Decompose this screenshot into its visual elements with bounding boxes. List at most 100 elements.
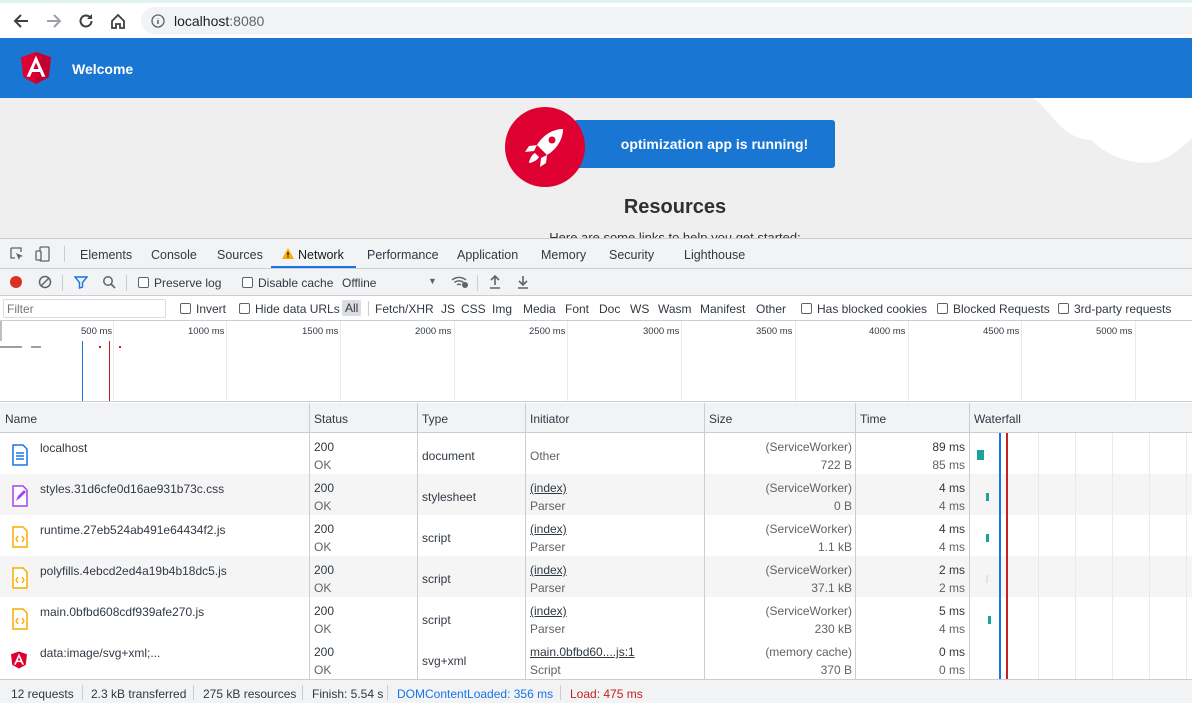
script-icon	[12, 608, 28, 630]
blocked-requests-checkbox[interactable]: Blocked Requests	[937, 302, 1050, 316]
column-divider[interactable]	[855, 403, 856, 679]
network-overview[interactable]: 500 ms 1000 ms 1500 ms 2000 ms 2500 ms 3…	[0, 321, 1192, 402]
home-button[interactable]	[106, 9, 130, 33]
tab-lighthouse[interactable]: Lighthouse	[684, 248, 745, 262]
tab-console[interactable]: Console	[151, 248, 197, 262]
table-row[interactable]: main.0bfbd608cdf939afe270.js 200 OK scri…	[0, 597, 1192, 638]
back-button[interactable]	[9, 9, 33, 33]
separator	[82, 685, 83, 700]
hide-data-urls-checkbox[interactable]: Hide data URLs	[239, 302, 340, 316]
address-bar[interactable]: localhost:8080	[141, 7, 1192, 34]
type-filter-all[interactable]: All	[342, 300, 362, 316]
column-divider[interactable]	[417, 403, 418, 679]
clear-icon[interactable]	[38, 275, 52, 289]
download-icon[interactable]	[517, 275, 529, 289]
type-filter-wasm[interactable]: Wasm	[658, 302, 692, 316]
type-filter-manifest[interactable]: Manifest	[700, 302, 745, 316]
table-row[interactable]: runtime.27eb524ab491e64434f2.js 200 OK s…	[0, 515, 1192, 556]
filter-icon[interactable]	[74, 275, 88, 289]
overview-handle[interactable]	[0, 321, 2, 341]
request-name: data:image/svg+xml;...	[40, 646, 161, 660]
column-header-size[interactable]: Size	[709, 412, 732, 426]
size-value: 1.1 kB	[817, 540, 852, 554]
record-icon[interactable]	[9, 275, 23, 289]
tab-sources[interactable]: Sources	[217, 248, 263, 262]
waterfall-bar[interactable]	[986, 575, 988, 583]
app-content: optimization app is running! Resources H…	[0, 98, 1192, 238]
request-name: localhost	[40, 441, 88, 455]
overview-tick-label: 4000 ms	[869, 326, 906, 337]
size-value: 37.1 kB	[811, 581, 852, 595]
type-filter-ws[interactable]: WS	[630, 302, 649, 316]
column-header-time[interactable]: Time	[860, 412, 886, 426]
separator	[193, 685, 194, 700]
tab-memory[interactable]: Memory	[541, 248, 586, 262]
inspect-element-icon[interactable]	[9, 246, 25, 262]
type-filter-other[interactable]: Other	[756, 302, 786, 316]
initiator-link[interactable]: (index)	[530, 522, 567, 536]
tab-performance[interactable]: Performance	[367, 248, 439, 262]
url-text: localhost:8080	[174, 13, 264, 29]
overview-gridline	[1135, 321, 1136, 401]
network-conditions-icon[interactable]	[451, 275, 469, 289]
column-divider[interactable]	[969, 403, 970, 679]
waterfall-bar[interactable]	[988, 616, 991, 624]
request-name: polyfills.4ebcd2ed4a19b4b18dc5.js	[40, 564, 227, 578]
type-filter-media[interactable]: Media	[523, 302, 556, 316]
request-type: document	[422, 449, 475, 463]
column-header-type[interactable]: Type	[422, 412, 448, 426]
preserve-log-checkbox[interactable]: Preserve log	[138, 276, 221, 290]
script-icon	[12, 567, 28, 589]
overview-gridline	[567, 321, 568, 401]
type-filter-font[interactable]: Font	[565, 302, 589, 316]
type-filter-doc[interactable]: Doc	[599, 302, 620, 316]
dom-content-loaded-line	[999, 433, 1001, 679]
reload-button[interactable]	[74, 9, 98, 33]
info-icon[interactable]	[151, 14, 165, 28]
request-name: styles.31d6cfe0d16ae931b73c.css	[40, 482, 225, 496]
table-row[interactable]: polyfills.4ebcd2ed4a19b4b18dc5.js 200 OK…	[0, 556, 1192, 597]
waterfall-bar[interactable]	[986, 493, 989, 501]
device-toolbar-icon[interactable]	[35, 246, 51, 262]
third-party-requests-checkbox[interactable]: 3rd-party requests	[1058, 302, 1171, 316]
waterfall-bar[interactable]	[986, 534, 989, 542]
column-header-name[interactable]: Name	[5, 412, 37, 426]
column-divider[interactable]	[704, 403, 705, 679]
type-filter-fetch-xhr[interactable]: Fetch/XHR	[375, 302, 434, 316]
disable-cache-checkbox[interactable]: Disable cache	[242, 276, 333, 290]
throttling-select[interactable]: Offline ▼	[342, 276, 437, 290]
has-blocked-cookies-checkbox[interactable]: Has blocked cookies	[801, 302, 927, 316]
invert-checkbox[interactable]: Invert	[180, 302, 226, 316]
column-header-waterfall[interactable]: Waterfall	[974, 412, 1021, 426]
request-name: runtime.27eb524ab491e64434f2.js	[40, 523, 226, 537]
network-status-bar: 12 requests 2.3 kB transferred 275 kB re…	[0, 679, 1192, 703]
table-row[interactable]: data:image/svg+xml;... 200 OK svg+xml ma…	[0, 638, 1192, 679]
column-divider[interactable]	[309, 403, 310, 679]
upload-icon[interactable]	[489, 275, 501, 289]
initiator-link[interactable]: main.0bfbd60....js:1	[530, 645, 635, 659]
tab-elements[interactable]: Elements	[80, 248, 132, 262]
table-row[interactable]: localhost 200 OK document Other (Service…	[0, 433, 1192, 474]
initiator-link[interactable]: (index)	[530, 563, 567, 577]
type-filter-img[interactable]: Img	[492, 302, 512, 316]
initiator-link[interactable]: (index)	[530, 604, 567, 618]
overview-tick-label: 2000 ms	[415, 326, 452, 337]
forward-button[interactable]	[42, 9, 66, 33]
search-icon[interactable]	[102, 275, 116, 289]
running-card: optimization app is running!	[574, 120, 835, 168]
waterfall-bar[interactable]	[977, 450, 984, 460]
table-row[interactable]: styles.31d6cfe0d16ae931b73c.css 200 OK s…	[0, 474, 1192, 515]
column-divider[interactable]	[525, 403, 526, 679]
resources-size: 275 kB resources	[203, 687, 297, 701]
filter-input[interactable]	[3, 299, 166, 318]
size-source: (ServiceWorker)	[765, 522, 852, 536]
initiator-link[interactable]: (index)	[530, 481, 567, 495]
tab-application[interactable]: Application	[457, 248, 518, 262]
column-header-status[interactable]: Status	[314, 412, 348, 426]
type-filter-js[interactable]: JS	[441, 302, 455, 316]
tab-security[interactable]: Security	[609, 248, 654, 262]
tab-network[interactable]: Network	[298, 248, 344, 262]
column-header-initiator[interactable]: Initiator	[530, 412, 569, 426]
type-filter-css[interactable]: CSS	[461, 302, 486, 316]
size-value: 230 kB	[814, 622, 852, 636]
